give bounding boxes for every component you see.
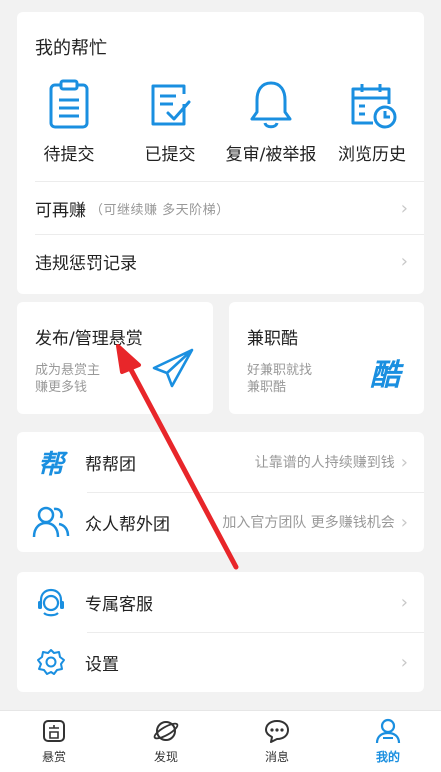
my-help-card: 我的帮忙 待提交 已提交 复审/被举报 浏览历史 可再赚 （可继续赚 多天阶梯）… bbox=[17, 12, 424, 294]
penalty-record-row[interactable]: 违规惩罚记录 › bbox=[17, 235, 424, 287]
reward-icon bbox=[43, 720, 65, 742]
help-item-pending[interactable]: 待提交 bbox=[19, 78, 119, 165]
bottom-tab-bar: 悬赏 发现 消息 我的 bbox=[0, 710, 441, 772]
headset-icon-svg bbox=[38, 588, 64, 617]
gear-icon-svg bbox=[37, 649, 65, 675]
tab-label: 悬赏 bbox=[41, 750, 66, 764]
publish-title: 发布/管理悬赏 bbox=[35, 329, 143, 349]
parttime-desc-line: 好兼职就找 bbox=[247, 363, 313, 378]
tab-mine[interactable]: 我的 bbox=[358, 717, 418, 765]
tab-label: 我的 bbox=[375, 750, 400, 764]
earn-again-sub: （可继续赚 多天阶梯） bbox=[90, 202, 230, 218]
clipboard-list-icon bbox=[49, 79, 89, 129]
help-item-label: 浏览历史 bbox=[338, 145, 406, 165]
publish-reward-card[interactable]: 发布/管理悬赏 成为悬赏主 赚更多钱 bbox=[17, 302, 213, 414]
user-icon bbox=[375, 718, 401, 744]
bell-icon bbox=[250, 81, 292, 129]
calendar-clock-icon bbox=[351, 84, 397, 129]
my-help-title: 我的帮忙 bbox=[35, 38, 107, 59]
help-item-label: 复审/被举报 bbox=[225, 145, 317, 165]
gear-icon bbox=[31, 644, 71, 680]
chat-icon bbox=[265, 720, 289, 743]
help-item-history[interactable]: 浏览历史 bbox=[322, 78, 422, 165]
settings-row[interactable]: 设置 › bbox=[17, 632, 424, 692]
outer-team-title: 众人帮外团 bbox=[85, 514, 170, 535]
bang-team-title: 帮帮团 bbox=[85, 454, 136, 475]
tab-reward[interactable]: 悬赏 bbox=[24, 717, 84, 765]
parttime-desc: 好兼职就找 兼职酷 bbox=[247, 362, 347, 396]
help-item-submitted[interactable]: 已提交 bbox=[120, 78, 220, 165]
kuo-logo-icon: 酷 bbox=[370, 358, 400, 393]
settings-title: 设置 bbox=[85, 654, 119, 675]
chevron-right-icon: › bbox=[400, 451, 408, 473]
help-item-label: 待提交 bbox=[43, 145, 95, 165]
publish-desc: 成为悬赏主 赚更多钱 bbox=[35, 362, 135, 396]
clipboard-check-icon bbox=[151, 84, 191, 126]
help-item-label: 已提交 bbox=[144, 145, 196, 165]
earn-again-title: 可再赚 bbox=[35, 200, 86, 221]
chevron-right-icon: › bbox=[400, 250, 408, 272]
chevron-right-icon: › bbox=[400, 651, 408, 673]
service-card: 专属客服 › 设置 › bbox=[17, 572, 424, 692]
tab-messages[interactable]: 消息 bbox=[247, 717, 307, 765]
chevron-right-icon: › bbox=[400, 197, 408, 219]
planet-icon bbox=[153, 721, 179, 741]
chevron-right-icon: › bbox=[400, 591, 408, 613]
headset-icon bbox=[31, 584, 71, 620]
parttime-title: 兼职酷 bbox=[247, 329, 298, 349]
bang-team-row[interactable]: 帮 帮帮团 让靠谱的人持续赚到钱 › bbox=[17, 432, 424, 492]
publish-desc-line: 赚更多钱 bbox=[35, 380, 88, 395]
bang-team-desc: 让靠谱的人持续赚到钱 bbox=[254, 455, 395, 471]
outer-team-desc: 加入官方团队 更多赚钱机会 bbox=[222, 515, 395, 531]
people-icon-svg bbox=[32, 506, 70, 538]
parttime-desc-line: 兼职酷 bbox=[247, 380, 287, 395]
chevron-right-icon: › bbox=[400, 511, 408, 533]
earn-again-row[interactable]: 可再赚 （可继续赚 多天阶梯） › bbox=[17, 182, 424, 234]
penalty-record-title: 违规惩罚记录 bbox=[35, 253, 137, 274]
bang-logo-text: 帮 bbox=[37, 449, 64, 480]
tab-label: 消息 bbox=[264, 750, 289, 764]
customer-service-row[interactable]: 专属客服 › bbox=[17, 572, 424, 632]
tab-label: 发现 bbox=[153, 750, 178, 764]
help-item-review[interactable]: 复审/被举报 bbox=[221, 78, 321, 165]
publish-desc-line: 成为悬赏主 bbox=[35, 363, 101, 378]
people-icon bbox=[31, 504, 71, 540]
tab-discover[interactable]: 发现 bbox=[136, 717, 196, 765]
parttime-card[interactable]: 兼职酷 好兼职就找 兼职酷 酷 bbox=[229, 302, 424, 414]
customer-service-title: 专属客服 bbox=[85, 594, 153, 615]
help-grid: 待提交 已提交 复审/被举报 浏览历史 bbox=[17, 78, 424, 178]
bang-logo-icon: 帮 bbox=[31, 444, 71, 480]
outer-team-row[interactable]: 众人帮外团 加入官方团队 更多赚钱机会 › bbox=[17, 492, 424, 552]
team-card: 帮 帮帮团 让靠谱的人持续赚到钱 › 众人帮外团 加入官方团队 更多赚钱机会 › bbox=[17, 432, 424, 552]
paper-plane-icon bbox=[152, 348, 194, 388]
